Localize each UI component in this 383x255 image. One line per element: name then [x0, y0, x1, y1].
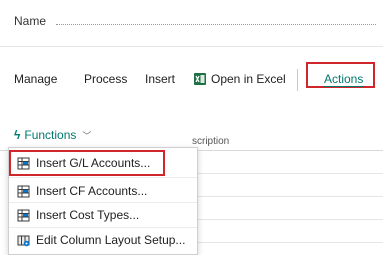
insert-rows-icon: [17, 157, 30, 169]
grid-row-divider: [198, 173, 383, 174]
menu-item-insert-cf-accounts[interactable]: Insert CF Accounts...: [9, 178, 197, 204]
menu-item-label: Insert Cost Types...: [36, 208, 140, 222]
column-layout-icon: [17, 235, 30, 246]
column-header-description: scription: [192, 136, 230, 147]
menu-process[interactable]: Process: [84, 72, 127, 86]
menu-manage[interactable]: Manage: [14, 72, 57, 86]
excel-icon: [194, 73, 206, 85]
menu-item-label: Insert G/L Accounts...: [36, 156, 151, 170]
name-field-input[interactable]: [56, 24, 376, 25]
menu-item-label: Edit Column Layout Setup...: [36, 233, 186, 247]
open-in-excel-label: Open in Excel: [211, 72, 286, 86]
menu-open-in-excel[interactable]: Open in Excel: [194, 72, 286, 86]
functions-dropdown: Insert G/L Accounts... Insert CF Account…: [8, 147, 198, 255]
menu-insert[interactable]: Insert: [145, 72, 175, 86]
lightning-icon: ϟ: [14, 128, 21, 142]
grid-row-divider: [198, 242, 383, 243]
grid-row-divider: [198, 219, 383, 220]
menu-item-insert-gl-accounts[interactable]: Insert G/L Accounts...: [9, 150, 165, 176]
chevron-down-icon: ﹀: [82, 130, 92, 141]
name-field-label: Name: [14, 14, 47, 28]
action-bar: Manage Process Insert Open in Excel Acti…: [0, 62, 383, 92]
functions-label: Functions: [24, 128, 77, 142]
menu-item-insert-cost-types[interactable]: Insert Cost Types...: [9, 202, 197, 228]
insert-rows-icon: [17, 185, 30, 197]
menu-item-edit-column-layout-setup[interactable]: Edit Column Layout Setup...: [9, 227, 197, 253]
grid-row-divider: [198, 196, 383, 197]
functions-menu-button[interactable]: ϟ Functions ﹀: [14, 124, 91, 146]
menu-actions[interactable]: Actions: [324, 72, 363, 86]
menu-item-label: Insert CF Accounts...: [36, 184, 148, 198]
name-field-row: Name: [0, 0, 383, 47]
menu-separator: [297, 69, 298, 91]
insert-rows-icon: [17, 209, 30, 221]
